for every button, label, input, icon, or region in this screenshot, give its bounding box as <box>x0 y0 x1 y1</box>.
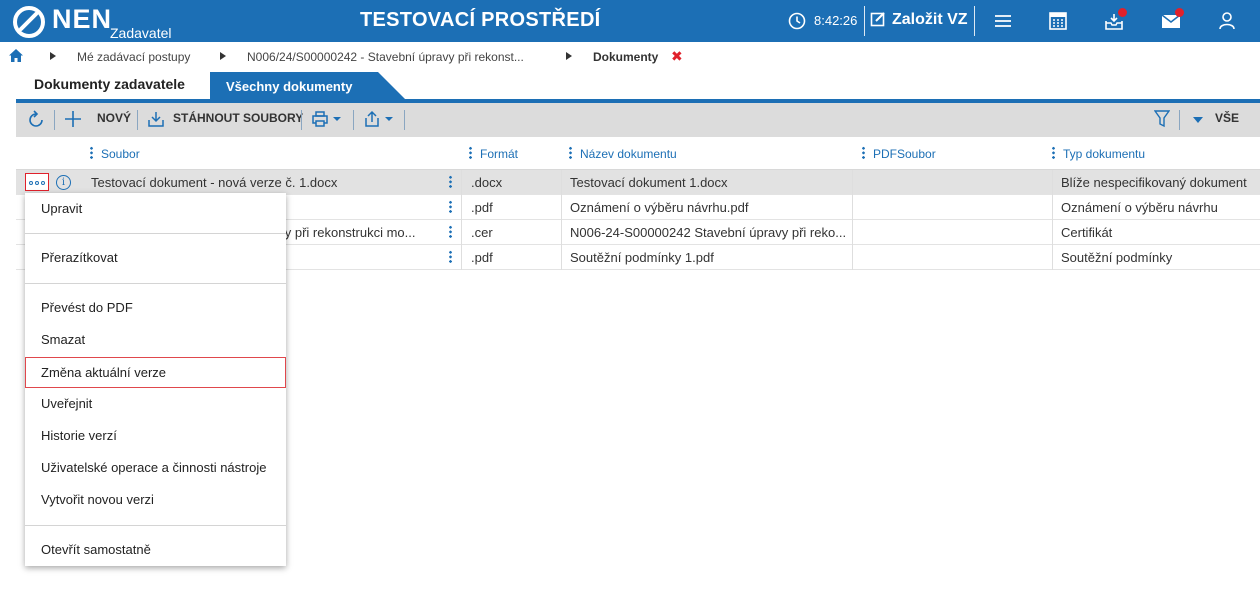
menu-item-upravit[interactable]: Upravit <box>25 193 286 224</box>
header-divider <box>974 6 975 36</box>
cell-nazev: N006-24-S00000242 Stavební úpravy při re… <box>570 225 847 240</box>
cell-nazev: Testovací dokument 1.docx <box>570 175 728 190</box>
toolbar-divider <box>404 110 405 130</box>
menu-item-uzivatelske-operace[interactable]: Uživatelské operace a činnosti nástroje <box>25 452 286 483</box>
column-header-pdfsoubor[interactable]: PDFSoubor <box>862 146 936 161</box>
cell-nazev: Oznámení o výběru návrhu.pdf <box>570 200 749 215</box>
notification-dot <box>1118 8 1127 17</box>
tab-vsechny-dokumenty[interactable]: Všechny dokumenty <box>210 72 406 100</box>
cell-format: .pdf <box>471 250 493 265</box>
mail-button[interactable] <box>1160 8 1184 32</box>
column-header-typ[interactable]: Typ dokumentu <box>1052 146 1145 161</box>
breadcrumb-link-postupy[interactable]: Mé zadávací postupy <box>77 50 190 64</box>
cell-menu-icon[interactable] <box>449 225 452 239</box>
filter-all-button[interactable]: VŠE <box>1215 111 1239 125</box>
logo-subtitle: Zadavatel <box>110 25 172 41</box>
user-icon[interactable] <box>1216 10 1238 32</box>
column-header-nazev[interactable]: Název dokumentu <box>569 146 677 161</box>
menu-item-smazat[interactable]: Smazat <box>25 324 286 355</box>
toolbar-divider <box>301 110 302 130</box>
cell-menu-icon[interactable] <box>449 250 452 264</box>
cell-menu-icon[interactable] <box>449 200 452 214</box>
menu-item-zmena-aktualni-verze[interactable]: Změna aktuální verze <box>25 357 286 388</box>
notification-dot <box>1175 8 1184 17</box>
breadcrumb-current: Dokumenty <box>593 50 659 64</box>
column-header-format[interactable]: Formát <box>469 146 518 161</box>
close-icon[interactable]: ✖ <box>671 48 683 65</box>
create-vz-label: Založit VZ <box>892 11 968 28</box>
logo-text: NEN <box>52 4 113 34</box>
new-button[interactable]: NOVÝ <box>97 111 131 125</box>
download-files-button[interactable]: STÁHNOUT SOUBORY <box>173 111 303 125</box>
toolbar-divider <box>137 110 138 130</box>
cell-menu-icon[interactable] <box>449 175 452 189</box>
menu-item-otevrit-samostatne[interactable]: Otevřít samostatně <box>25 534 286 565</box>
cell-typ: Certifikát <box>1061 225 1113 240</box>
cell-typ: Soutěžní podmínky <box>1061 250 1173 265</box>
create-vz-button[interactable]: Založit VZ <box>870 11 968 29</box>
toolbar-divider <box>1179 110 1180 130</box>
cell-soubor: Testovací dokument - nová verze č. 1.doc… <box>91 175 338 190</box>
table-row[interactable]: i Testovací dokument - nová verze č. 1.d… <box>16 170 1260 195</box>
cell-soubor: avy při rekonstrukci mo... <box>271 225 416 240</box>
download-icon[interactable] <box>147 110 165 128</box>
row-context-menu: Upravit Přerazítkovat Převést do PDF Sma… <box>25 193 286 566</box>
breadcrumb: Mé zadávací postupy N006/24/S00000242 - … <box>0 42 1260 70</box>
menu-divider <box>25 283 286 284</box>
filter-icon[interactable] <box>1154 110 1170 128</box>
menu-divider <box>25 233 286 234</box>
menu-divider <box>25 525 286 526</box>
toolbar-divider <box>54 110 55 130</box>
refresh-icon[interactable] <box>26 110 46 130</box>
toolbar-divider <box>353 110 354 130</box>
toolbar: NOVÝ STÁHNOUT SOUBORY VŠE <box>16 103 1260 137</box>
cell-typ: Oznámení o výběru návrhu <box>1061 200 1218 215</box>
breadcrumb-link-zakazka[interactable]: N006/24/S00000242 - Stavební úpravy při … <box>247 50 524 64</box>
chevron-right-icon <box>566 52 572 60</box>
menu-item-historie-verzi[interactable]: Historie verzí <box>25 420 286 451</box>
edit-icon <box>870 12 885 27</box>
plus-icon[interactable] <box>64 110 82 128</box>
top-bar: NEN Zadavatel TESTOVACÍ PROSTŘEDÍ 8:42:2… <box>0 0 1260 42</box>
print-icon[interactable] <box>311 110 343 128</box>
chevron-right-icon <box>220 52 226 60</box>
table-header: Soubor Formát Název dokumentu PDFSoubor … <box>16 137 1260 170</box>
row-actions-button[interactable] <box>25 173 49 191</box>
chevron-right-icon <box>50 52 56 60</box>
session-time: 8:42:26 <box>814 13 858 28</box>
cell-nazev: Soutěžní podmínky 1.pdf <box>570 250 714 265</box>
menu-item-uverejnit[interactable]: Uveřejnit <box>25 388 286 419</box>
cell-typ: Blíže nespecifikovaný dokument <box>1061 175 1247 190</box>
menu-icon[interactable] <box>992 10 1014 32</box>
export-icon[interactable] <box>363 110 395 128</box>
chevron-down-icon[interactable] <box>1193 117 1203 123</box>
menu-item-vytvorit-novou-verzi[interactable]: Vytvořit novou verzi <box>25 484 286 515</box>
cell-format: .docx <box>471 175 503 190</box>
calculator-icon[interactable] <box>1047 10 1069 32</box>
home-icon[interactable] <box>9 49 23 62</box>
menu-item-prevest-do-pdf[interactable]: Převést do PDF <box>25 292 286 323</box>
header-divider <box>864 6 865 36</box>
clock-icon <box>788 12 806 30</box>
column-header-soubor[interactable]: Soubor <box>90 146 140 161</box>
nen-logo-icon[interactable] <box>12 5 46 39</box>
environment-title: TESTOVACÍ PROSTŘEDÍ <box>360 9 601 31</box>
cell-format: .pdf <box>471 200 493 215</box>
inbox-button[interactable] <box>1103 8 1127 32</box>
tab-dokumenty-zadavatele[interactable]: Dokumenty zadavatele <box>34 76 185 92</box>
menu-item-prerazitkovat[interactable]: Přerazítkovat <box>25 242 286 273</box>
tab-vsechny-dokumenty-label: Všechny dokumenty <box>226 79 353 94</box>
cell-format: .cer <box>471 225 493 240</box>
info-icon[interactable]: i <box>56 175 71 190</box>
tab-bar: Dokumenty zadavatele Všechny dokumenty <box>16 70 616 100</box>
